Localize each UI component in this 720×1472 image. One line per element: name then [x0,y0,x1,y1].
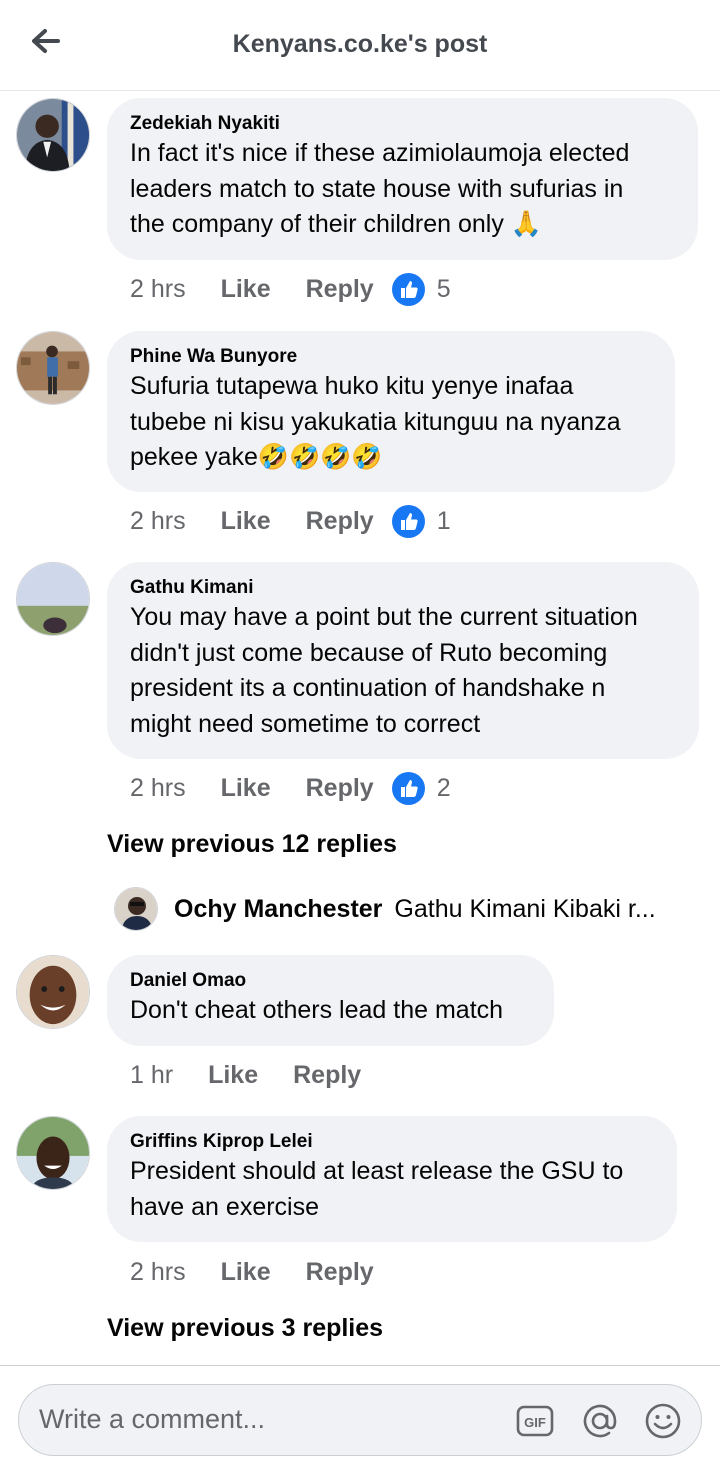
comment-text: Don't cheat others lead the match [130,996,504,1024]
comment-actions: 2 hrs Like Reply 2 [130,771,451,805]
avatar[interactable] [16,1116,90,1190]
comment-author[interactable]: Phine Wa Bunyore [130,345,653,369]
reaction-count[interactable]: 1 [437,507,451,536]
thumbs-up-icon[interactable] [391,504,425,538]
emoji-icon[interactable] [644,1402,682,1440]
avatar[interactable] [16,955,90,1029]
thumbs-up-icon[interactable] [391,272,425,306]
comment-actions: 2 hrs Like Reply 1 [130,504,451,538]
comment-composer-bar: Write a comment... GIF [0,1365,720,1472]
svg-text:GIF: GIF [524,1415,546,1430]
avatar[interactable] [16,562,90,636]
comment-time[interactable]: 2 hrs [130,507,186,536]
reply-author[interactable]: Ochy Manchester [174,895,382,924]
reaction-count[interactable]: 5 [437,275,451,304]
comment-text: President should at least release the GS… [130,1157,624,1221]
like-button[interactable]: Like [221,774,271,803]
comment-text: Sufuria tutapewa huko kitu yenye inafaa … [130,372,621,471]
like-button[interactable]: Like [221,507,271,536]
view-previous-replies-link[interactable]: View previous 3 replies [107,1314,383,1343]
comment-text: In fact it's nice if these azimiolaumoja… [130,139,630,238]
comment-bubble: Griffins Kiprop Lelei President should a… [107,1116,677,1242]
reply-button[interactable]: Reply [306,774,374,803]
avatar[interactable] [16,331,90,405]
reply-button[interactable]: Reply [306,275,374,304]
gif-icon[interactable]: GIF [516,1402,554,1440]
comment-author[interactable]: Daniel Omao [130,969,532,993]
view-previous-replies-link[interactable]: View previous 12 replies [107,830,397,859]
reply-button[interactable]: Reply [306,1258,374,1287]
comment-actions: 2 hrs Like Reply 5 [130,272,451,306]
comment-time[interactable]: 1 hr [130,1061,173,1090]
comment-actions: 2 hrs Like Reply [130,1255,374,1289]
comment-author[interactable]: Zedekiah Nyakiti [130,112,676,136]
comment-text: You may have a point but the current sit… [130,603,638,738]
avatar[interactable] [16,98,90,172]
reaction-count[interactable]: 2 [437,774,451,803]
comment-time[interactable]: 2 hrs [130,275,186,304]
like-button[interactable]: Like [208,1061,258,1090]
avatar[interactable] [114,887,158,931]
comment-time[interactable]: 2 hrs [130,774,186,803]
like-button[interactable]: Like [221,275,271,304]
comment-bubble: Zedekiah Nyakiti In fact it's nice if th… [107,98,698,260]
mention-icon[interactable] [581,1402,619,1440]
reply-button[interactable]: Reply [306,507,374,536]
reply-button[interactable]: Reply [293,1061,361,1090]
comment-bubble: Gathu Kimani You may have a point but th… [107,562,699,759]
reply-preview[interactable]: Ochy Manchester Gathu Kimani Kibaki r... [114,886,694,932]
comment-author[interactable]: Gathu Kimani [130,576,677,600]
comment-input[interactable]: Write a comment... GIF [18,1384,702,1456]
comment-input-placeholder: Write a comment... [39,1404,266,1434]
reply-snippet: Gathu Kimani Kibaki r... [394,894,656,923]
comment-author[interactable]: Griffins Kiprop Lelei [130,1130,655,1154]
comment-actions: 1 hr Like Reply [130,1058,361,1092]
comment-time[interactable]: 2 hrs [130,1258,186,1287]
like-button[interactable]: Like [221,1258,271,1287]
page-title: Kenyans.co.ke's post [232,30,488,58]
top-bar: Kenyans.co.ke's post [0,0,720,91]
thumbs-up-icon[interactable] [391,771,425,805]
comment-bubble: Phine Wa Bunyore Sufuria tutapewa huko k… [107,331,675,492]
comment-bubble: Daniel Omao Don't cheat others lead the … [107,955,554,1046]
